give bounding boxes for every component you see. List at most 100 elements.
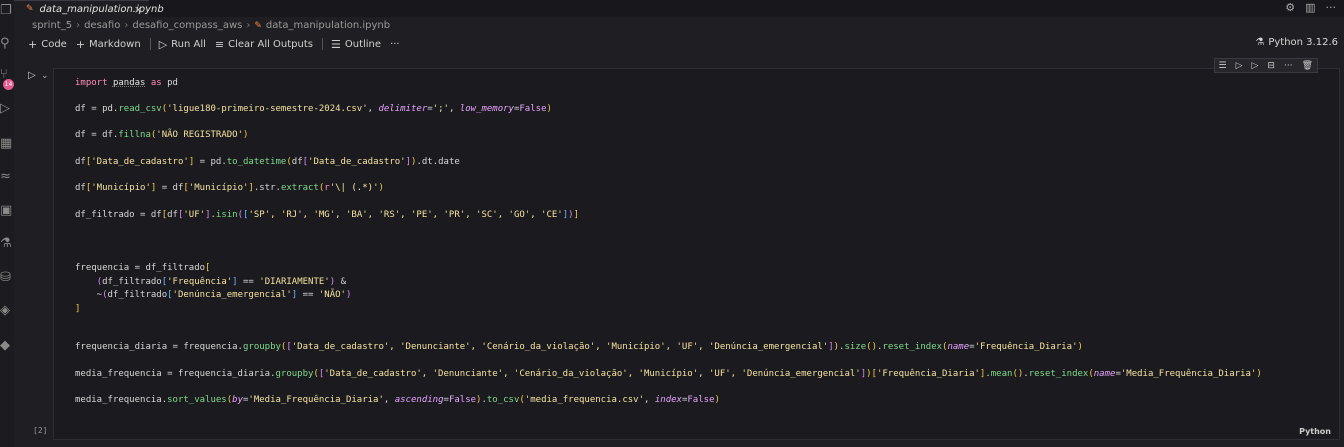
token: 'Frequência_Diaria' [974, 342, 1078, 352]
search-icon[interactable]: ⚲ [0, 37, 14, 51]
token: 'Media_Frequência_Diaria' [248, 395, 384, 405]
token: 'Município' [91, 183, 151, 193]
run-debug-icon[interactable]: ▷ [0, 102, 14, 116]
code-line: (df_filtrado['Frequência'] == 'DIARIAMEN… [75, 277, 346, 287]
layers-icon[interactable]: ◈ [0, 304, 14, 318]
token: sort_values [167, 395, 227, 405]
token: read_csv [118, 104, 162, 114]
token: 'Frequência_Diaria' [876, 369, 980, 379]
more-cell-actions-icon[interactable]: ··· [1284, 61, 1293, 71]
extensions-icon[interactable]: ▦ [0, 137, 14, 151]
token: , [383, 395, 395, 405]
token: 'DIARIAMENTE' [259, 277, 330, 287]
token: df = df. [75, 130, 119, 140]
token: 'Data_de_cadastro' [308, 157, 406, 167]
cell-language[interactable]: Python [1299, 427, 1331, 436]
token: df_filtrado [102, 277, 162, 287]
more-toolbar-button[interactable]: ··· [390, 39, 400, 50]
notebook-icon: ✎ [254, 20, 262, 31]
token: df [291, 157, 303, 167]
token: by [232, 395, 243, 405]
execute-below-icon[interactable]: ▷ [1252, 61, 1259, 71]
delete-icon[interactable]: 🗑 [1302, 61, 1313, 71]
token: df = pd. [75, 104, 119, 114]
clear-all-outputs-button[interactable]: ≡ Clear All Outputs [215, 38, 313, 51]
kernel-picker[interactable]: ⚗ Python 3.12.6 [1255, 37, 1338, 48]
testing-icon[interactable]: ⚗ [0, 237, 14, 251]
token: index [654, 395, 682, 405]
settings-gear-icon[interactable]: ⚙ [1285, 1, 1295, 14]
code-line: df_filtrado = df[df['UF'].isin(['SP', 'R… [75, 210, 579, 220]
breadcrumb-item[interactable]: sprint_5 [32, 20, 72, 31]
token: name [1093, 369, 1116, 379]
chevron-right-icon: › [124, 20, 129, 31]
code-editor[interactable]: import pandas as pd df = pd.read_csv('li… [75, 0, 1262, 405]
token: 'NÃO' [318, 290, 346, 300]
remote-explorer-icon[interactable]: ▣ [0, 204, 14, 218]
token: 'Denúncia_emergencial' [172, 290, 292, 300]
activity-bar: ❐ ⚲ ⑂ 14 ▷ ▦ ≈ ▣ ⚗ ⛁ ◈ ◆ [0, 0, 14, 447]
code-line: media_frequencia = frequencia_diaria.gro… [75, 369, 1262, 379]
toolbar-divider [322, 38, 323, 50]
token: == [297, 290, 319, 300]
breadcrumb-item[interactable]: data_manipulation.ipynb [266, 20, 390, 31]
token: == [237, 277, 260, 287]
plus-icon: + [28, 37, 38, 51]
split-editor-icon[interactable]: ▥ [1305, 1, 1315, 14]
token: ascending [394, 395, 444, 405]
run-cell-icon[interactable]: ▷ [28, 70, 36, 81]
add-code-button[interactable]: + Code [28, 38, 67, 51]
token: df [75, 183, 86, 193]
token: ] [573, 210, 579, 220]
token: delimiter [378, 104, 428, 114]
token: df [75, 157, 86, 167]
run-by-line-icon[interactable]: ☰ [1219, 61, 1227, 71]
clear-all-label: Clear All Outputs [228, 38, 313, 50]
run-all-button[interactable]: ▷ Run All [159, 38, 206, 51]
token: fillna [118, 130, 151, 140]
code-line: frequencia_diaria = frequencia.groupby([… [75, 342, 1083, 352]
token: name [947, 342, 970, 352]
token: 'Data_de_cadastro', 'Denunciante', 'Cená… [324, 369, 861, 379]
code-line: df['Data_de_cadastro'] = pd.to_datetime(… [75, 157, 460, 167]
token: ';' [432, 104, 449, 114]
toolbar-divider [149, 38, 151, 50]
explorer-icon[interactable]: ❐ [0, 4, 14, 18]
token: = df [156, 183, 184, 193]
docker-icon[interactable]: ◆ [0, 339, 14, 353]
token: False [519, 104, 547, 114]
token: to_datetime [226, 157, 287, 167]
run-all-label: Run All [171, 38, 206, 50]
token: extract [280, 183, 319, 193]
outline-button[interactable]: ☰ Outline [331, 38, 381, 51]
token: ) [243, 130, 249, 140]
token: media_frequencia. [75, 395, 168, 405]
token: mean [990, 369, 1013, 379]
notebook-icon: ✎ [26, 4, 34, 14]
token: () [1012, 369, 1024, 379]
token: 'Município' [188, 183, 249, 193]
outline-icon: ☰ [331, 37, 341, 51]
token: ) [1256, 369, 1262, 379]
token: reset_index [1028, 369, 1089, 379]
more-actions-icon[interactable]: ··· [1326, 1, 1337, 14]
breadcrumb-item[interactable]: desafio_compass_aws [132, 20, 242, 31]
close-icon[interactable]: × [134, 3, 143, 16]
execute-above-icon[interactable]: ▷ [1236, 61, 1243, 71]
breadcrumb-item[interactable]: desafio [84, 20, 120, 31]
split-cell-icon[interactable]: ⊟ [1267, 61, 1275, 71]
code-cell[interactable] [53, 68, 1340, 440]
token: ) [546, 104, 552, 114]
token: 'NÃO REGISTRADO' [156, 130, 243, 140]
chevron-down-icon[interactable]: ⌄ [41, 71, 49, 81]
token: df [167, 210, 178, 220]
tab-bar: ✎ data_manipulation.ipynb × ⚙ ▥ ··· [14, 0, 1344, 17]
aws-icon[interactable]: ≈ [0, 170, 14, 184]
database-icon[interactable]: ⛁ [0, 271, 14, 285]
kernel-label: Python 3.12.6 [1268, 37, 1338, 48]
token: 'ligue180-primeiro-semestre-2024.csv' [167, 104, 368, 114]
add-code-label: Code [41, 38, 67, 50]
token: pd [167, 78, 178, 88]
code-line: ~(df_filtrado['Denúncia_emergencial'] ==… [75, 290, 352, 300]
token: False [687, 395, 715, 405]
